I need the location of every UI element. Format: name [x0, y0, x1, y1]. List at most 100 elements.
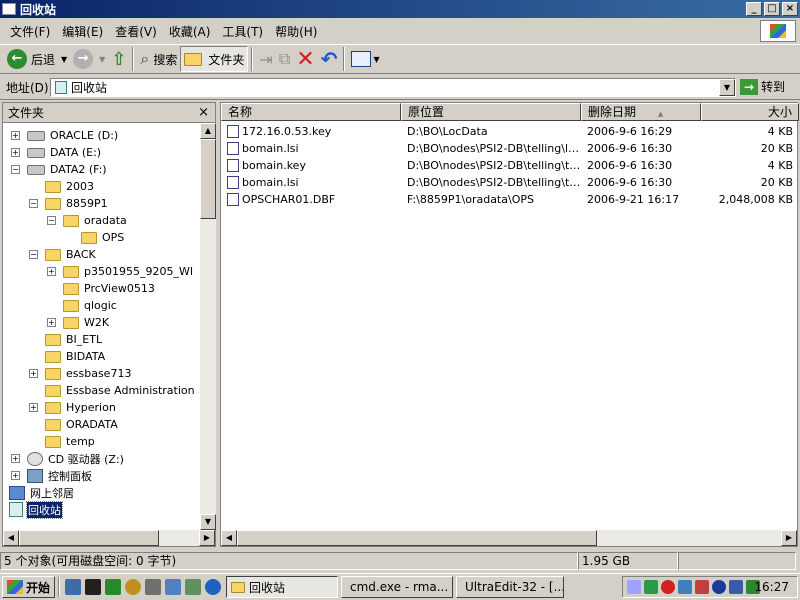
tree-horizontal-scrollbar[interactable]: ◀ ▶ [3, 530, 215, 546]
copy-to-button[interactable]: ⧉ [276, 46, 293, 72]
undo-button[interactable]: ↶ [318, 46, 341, 72]
tree-expander-icon[interactable]: + [29, 403, 38, 412]
start-button[interactable]: 开始 [2, 576, 56, 598]
tree-expander-icon[interactable]: + [11, 471, 20, 480]
tray-icon[interactable] [695, 580, 709, 594]
tree-node[interactable]: − DATA2 (F:) [11, 161, 108, 178]
go-button[interactable]: → 转到 [740, 78, 785, 95]
tray-icon[interactable] [627, 580, 641, 594]
menu-favorites[interactable]: 收藏(A) [163, 23, 217, 40]
tree-node[interactable]: OPS [65, 229, 125, 246]
tree-node[interactable]: − oradata [47, 212, 128, 229]
tree-expander-icon[interactable]: + [11, 148, 20, 157]
tree-node[interactable]: + essbase713 [29, 365, 132, 382]
move-to-button[interactable]: ⇥ [256, 46, 275, 72]
menu-edit[interactable]: 编辑(E) [56, 23, 109, 40]
tree-node[interactable]: +网上邻居 [3, 484, 75, 501]
tree-node[interactable]: 回收站 [3, 500, 63, 519]
tree-expander-icon[interactable]: + [29, 369, 38, 378]
tree-node[interactable]: − 8859P1 [29, 195, 109, 212]
tree-node[interactable]: + DATA (E:) [11, 144, 102, 161]
tray-icon[interactable] [678, 580, 692, 594]
file-row[interactable]: OPSCHAR01.DBF F:\8859P1\oradata\OPS 2006-9… [221, 191, 799, 208]
menu-tools[interactable]: 工具(T) [216, 23, 269, 40]
task-cmd[interactable]: cmd.exe - rma... [341, 576, 454, 598]
menu-file[interactable]: 文件(F) [4, 23, 56, 40]
tree-expander-icon[interactable]: − [11, 165, 20, 174]
file-row[interactable]: bomain.lsi D:\BO\nodes\PSI2-DB\telling\lo… [221, 140, 799, 157]
list-horizontal-scrollbar[interactable]: ◀ ▶ [221, 530, 797, 546]
task-recycle-bin[interactable]: 回收站 [226, 576, 339, 598]
internet-explorer-icon[interactable] [205, 579, 222, 595]
tree-node[interactable]: BI_ETL [29, 331, 103, 348]
column-name[interactable]: 名称 [221, 103, 401, 121]
service-icon[interactable] [165, 579, 182, 595]
tree-expander-icon[interactable]: − [29, 250, 38, 259]
views-button[interactable]: ▼ [348, 46, 382, 72]
delete-button[interactable]: ✕ [293, 46, 317, 72]
tree-expander-icon[interactable]: + [47, 318, 56, 327]
tree-node[interactable]: − BACK [29, 246, 97, 263]
tray-icon[interactable] [712, 580, 726, 594]
scroll-thumb[interactable] [19, 530, 159, 546]
tree-node[interactable]: + ORACLE (D:) [11, 127, 119, 144]
tree-node[interactable]: + 控制面板 [11, 467, 93, 484]
scroll-right-button[interactable]: ▶ [199, 530, 215, 546]
tree-expander-icon[interactable]: − [47, 216, 56, 225]
tray-icon[interactable] [644, 580, 658, 594]
file-row[interactable]: bomain.key D:\BO\nodes\PSI2-DB\telling\te… [221, 157, 799, 174]
column-size[interactable]: 大小 [701, 103, 799, 121]
tree-node[interactable]: + p3501955_9205_WI [47, 263, 194, 280]
tree-expander-icon[interactable]: + [11, 131, 20, 140]
command-prompt-icon[interactable] [85, 579, 102, 595]
tree-node[interactable]: temp [29, 433, 96, 450]
back-button[interactable]: ← 后退 ▼ [4, 46, 70, 72]
folders-pane-close-button[interactable]: × [198, 105, 209, 120]
tree-node[interactable]: ORADATA [29, 416, 119, 433]
user-manager-icon[interactable] [105, 579, 122, 595]
menu-view[interactable]: 查看(V) [109, 23, 163, 40]
utility-icon[interactable] [125, 579, 142, 595]
column-date-deleted[interactable]: 删除日期 ▲ [581, 103, 701, 121]
back-dropdown-icon[interactable]: ▼ [61, 55, 67, 64]
tree-expander-icon[interactable]: + [11, 454, 20, 463]
tree-node[interactable]: + W2K [47, 314, 110, 331]
menu-help[interactable]: 帮助(H) [269, 23, 323, 40]
forward-button[interactable]: → ▼ [70, 46, 108, 72]
address-input[interactable]: 回收站 ▼ [50, 78, 736, 97]
tree-expander-icon[interactable]: − [29, 199, 38, 208]
tray-icon[interactable] [729, 580, 743, 594]
tree-node[interactable]: + Hyperion [29, 399, 117, 416]
tray-icon[interactable] [661, 580, 675, 594]
tree-expander-icon[interactable]: + [47, 267, 56, 276]
clock[interactable]: 16:27 [754, 580, 789, 594]
maximize-button[interactable]: □ [764, 2, 780, 16]
file-row[interactable]: bomain.lsi D:\BO\nodes\PSI2-DB\telling\te… [221, 174, 799, 191]
show-desktop-icon[interactable] [65, 579, 82, 595]
tree-node[interactable]: + CD 驱动器 (Z:) [11, 450, 125, 467]
scroll-thumb[interactable] [237, 530, 597, 546]
close-button[interactable]: × [782, 2, 798, 16]
scroll-left-button[interactable]: ◀ [3, 530, 19, 546]
folders-button[interactable]: 文件夹 [180, 46, 249, 72]
tree-node[interactable]: Essbase Administration S [29, 382, 199, 399]
tools-icon[interactable] [185, 579, 202, 595]
up-button[interactable]: ⇧ [108, 46, 129, 72]
task-ultraedit[interactable]: UltraEdit-32 - [... [456, 576, 565, 598]
tree-node[interactable]: qlogic [47, 297, 118, 314]
tree-node[interactable]: BIDATA [29, 348, 106, 365]
scroll-down-button[interactable]: ▼ [200, 514, 216, 530]
tree-node[interactable]: 2003 [29, 178, 95, 195]
scroll-thumb[interactable] [200, 139, 216, 219]
scroll-up-button[interactable]: ▲ [200, 123, 216, 139]
column-original-location[interactable]: 原位置 [401, 103, 581, 121]
file-row[interactable]: 172.16.0.53.key D:\BO\LocData 2006-9-6 16:… [221, 123, 799, 140]
address-dropdown-icon[interactable]: ▼ [719, 79, 735, 96]
tree-vertical-scrollbar[interactable]: ▲ ▼ [200, 123, 216, 530]
tree-node[interactable]: PrcView0513 [47, 280, 156, 297]
scroll-right-button[interactable]: ▶ [781, 530, 797, 546]
scroll-left-button[interactable]: ◀ [221, 530, 237, 546]
forward-dropdown-icon[interactable]: ▼ [99, 55, 105, 64]
minimize-button[interactable]: _ [746, 2, 762, 16]
settings-icon[interactable] [145, 579, 162, 595]
